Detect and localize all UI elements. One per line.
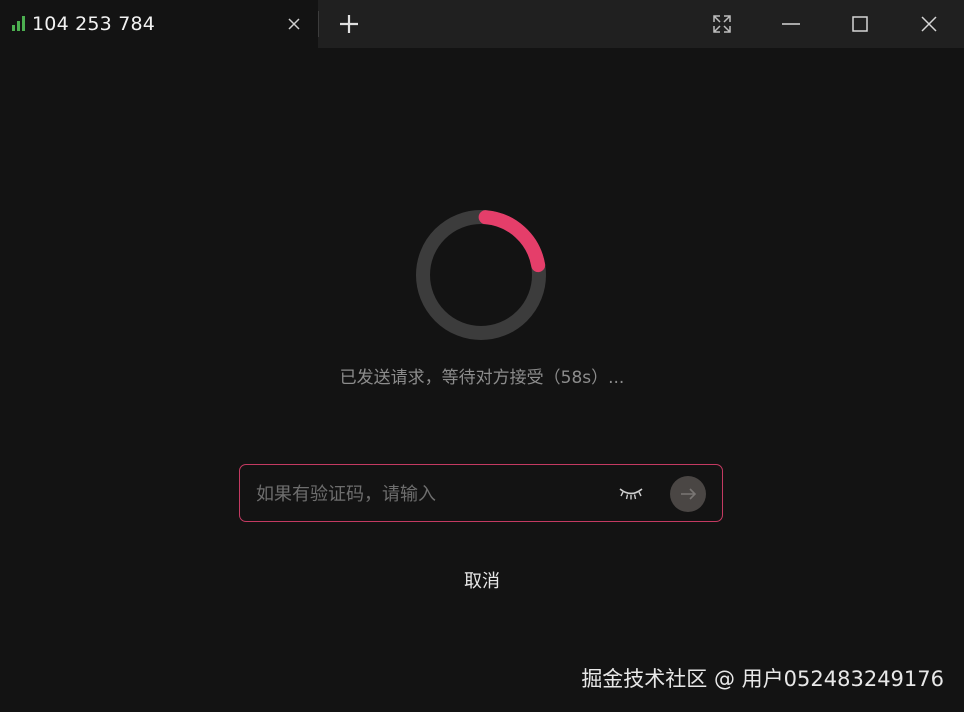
watermark-text: 掘金技术社区 @ 用户052483249176 bbox=[581, 667, 944, 691]
arrow-right-icon bbox=[681, 488, 697, 500]
fullscreen-expand-icon[interactable] bbox=[709, 11, 735, 37]
maximize-icon[interactable] bbox=[847, 11, 873, 37]
progress-ring-arc bbox=[478, 210, 546, 273]
connecting-progress-ring bbox=[416, 210, 546, 340]
new-tab-plus-icon[interactable] bbox=[336, 11, 362, 37]
verification-code-box bbox=[239, 464, 723, 522]
tab-divider bbox=[318, 11, 319, 37]
window-close-icon[interactable] bbox=[916, 11, 942, 37]
signal-bars-icon bbox=[12, 16, 25, 31]
cancel-button[interactable]: 取消 bbox=[432, 568, 532, 596]
tab-close-icon[interactable] bbox=[284, 14, 304, 34]
connection-tab[interactable]: 104 253 784 bbox=[0, 0, 318, 48]
connection-status-text: 已发送请求，等待对方接受（58s）... bbox=[339, 368, 625, 388]
eye-closed-icon[interactable] bbox=[618, 485, 644, 501]
minimize-icon[interactable] bbox=[778, 11, 804, 37]
verification-code-input[interactable] bbox=[256, 479, 596, 509]
title-bar: 104 253 784 bbox=[0, 0, 964, 48]
tab-title: 104 253 784 bbox=[32, 13, 156, 35]
submit-code-button[interactable] bbox=[670, 476, 706, 512]
